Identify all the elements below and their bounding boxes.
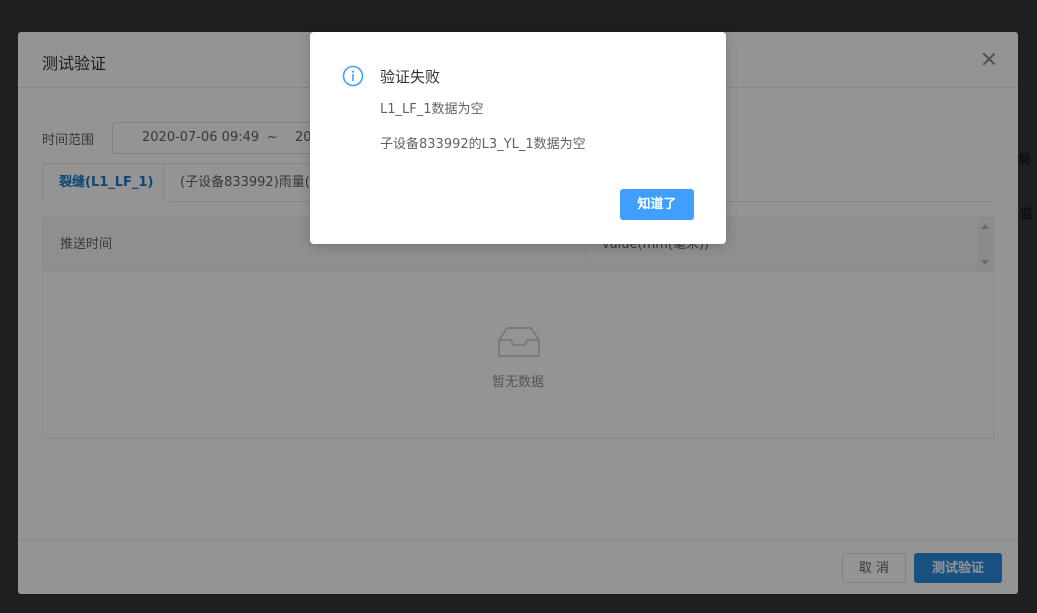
message-line: 子设备833992的L3_YL_1数据为空 bbox=[380, 137, 586, 152]
message-line: L1_LF_1数据为空 bbox=[380, 102, 484, 117]
confirm-button[interactable]: 知道了 bbox=[620, 189, 694, 220]
info-circle-icon bbox=[342, 65, 364, 87]
validation-failed-message-box: 验证失败 L1_LF_1数据为空 子设备833992的L3_YL_1数据为空 知… bbox=[310, 32, 726, 244]
message-title: 验证失败 bbox=[380, 68, 441, 86]
